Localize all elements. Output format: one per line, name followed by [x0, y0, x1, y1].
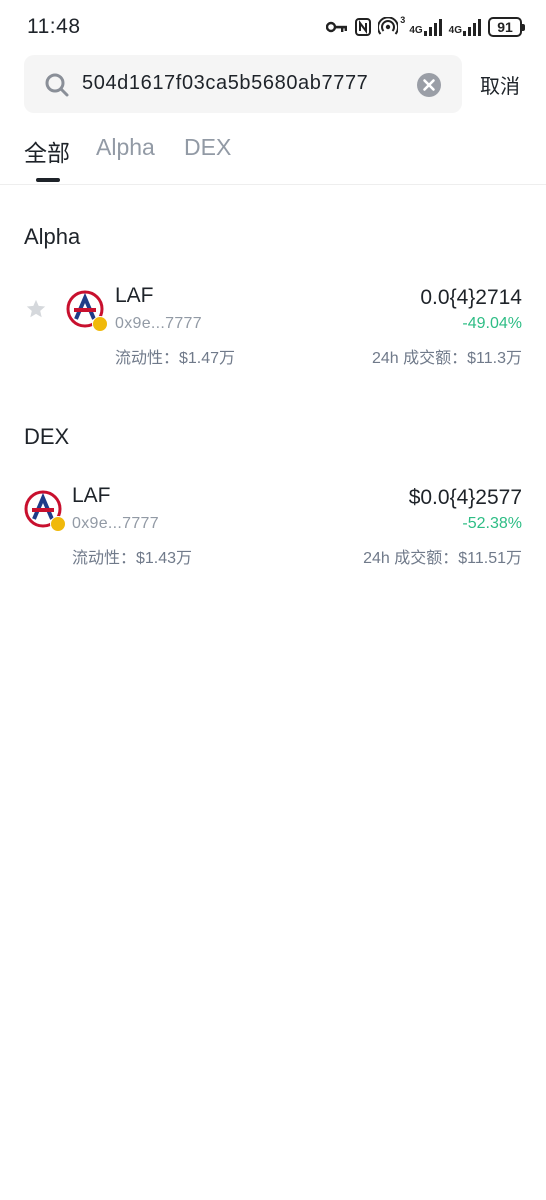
token-liquidity: 流动性：$1.43万 [72, 550, 193, 567]
signal-icon-sim1 [423, 19, 442, 36]
token-address: 0x9e...7777 [72, 515, 159, 532]
sim2-network-label: 4G [448, 25, 462, 36]
section-title-alpha: Alpha [24, 224, 81, 249]
status-bar: 11:48 3 4G 4G 91 [0, 0, 546, 56]
key-icon [326, 21, 348, 33]
token-price: $0.0{4}2577 [408, 486, 522, 509]
filter-tabs: 全部 Alpha DEX [0, 128, 546, 185]
tab-alpha[interactable]: Alpha [96, 134, 155, 161]
token-row-dex-laf[interactable]: LAF 0x9e...7777 流动性：$1.43万 $0.0{4}2577 -… [0, 482, 546, 572]
chain-badge-icon [50, 516, 66, 532]
cancel-button[interactable]: 取消 [480, 70, 520, 99]
hotspot-superscript: 3 [400, 15, 406, 25]
search-input[interactable]: 504d1617f03ca5b5680ab7777 [82, 72, 368, 95]
token-symbol: LAF [72, 484, 111, 507]
status-icons: 3 4G 4G 91 [326, 14, 525, 40]
token-row-alpha-laf[interactable]: LAF 0x9e...7777 流动性：$1.47万 0.0{4}2714 -4… [0, 282, 546, 372]
tab-dex[interactable]: DEX [184, 134, 231, 161]
tab-all[interactable]: 全部 [24, 134, 70, 168]
section-title-dex: DEX [24, 424, 70, 449]
search-box[interactable]: 504d1617f03ca5b5680ab7777 [24, 55, 462, 113]
active-tab-indicator [36, 178, 60, 182]
clear-icon[interactable] [417, 73, 441, 97]
status-time: 11:48 [27, 15, 81, 38]
token-volume: 24h 成交额：$11.51万 [363, 550, 522, 567]
token-volume: 24h 成交额：$11.3万 [372, 350, 522, 367]
token-liquidity: 流动性：$1.47万 [115, 350, 236, 367]
nfc-icon [355, 18, 372, 36]
battery-level: 91 [497, 19, 513, 35]
favorite-star-icon[interactable] [25, 298, 47, 320]
token-address: 0x9e...7777 [115, 315, 202, 332]
hotspot-icon [378, 17, 399, 35]
sim1-network-label: 4G [409, 25, 423, 36]
token-symbol: LAF [115, 284, 154, 307]
token-change: -49.04% [462, 315, 522, 332]
token-change: -52.38% [462, 515, 522, 532]
token-price: 0.0{4}2714 [420, 286, 522, 309]
token-logo [66, 290, 108, 332]
token-logo [24, 490, 66, 532]
search-icon [45, 73, 69, 97]
battery-icon: 91 [488, 17, 525, 37]
signal-icon-sim2 [463, 19, 481, 36]
chain-badge-icon [92, 316, 108, 332]
